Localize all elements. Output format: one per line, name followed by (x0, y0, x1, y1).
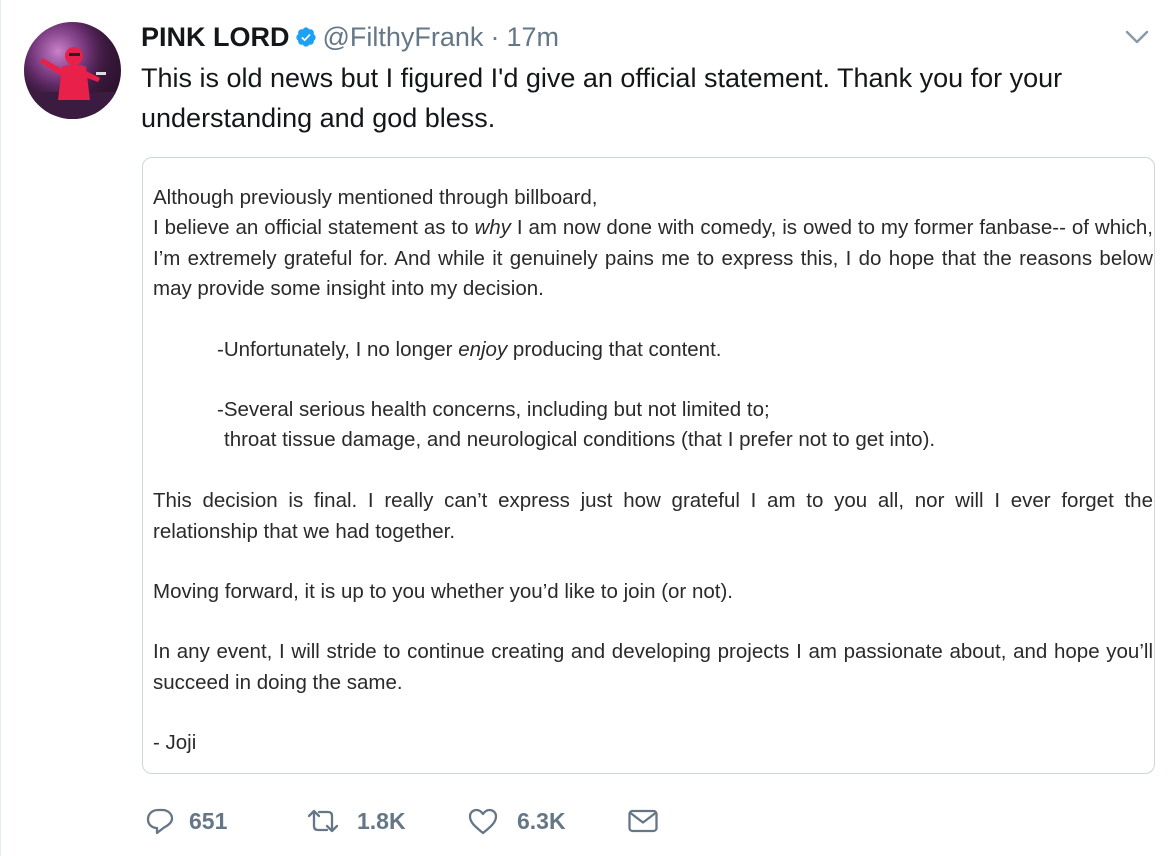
heart-icon (467, 806, 499, 836)
retweet-button[interactable]: 1.8K (305, 801, 406, 841)
separator-dot: · (490, 21, 500, 52)
reply-icon (145, 806, 175, 836)
like-button[interactable]: 6.3K (467, 801, 566, 841)
statement-emphasis: enjoy (458, 338, 508, 361)
statement-paragraph: Moving forward, it is up to you whether … (153, 580, 733, 603)
statement-image[interactable]: Although previously mentioned through bi… (142, 157, 1155, 774)
reply-count: 651 (189, 807, 228, 834)
divider (0, 0, 1, 856)
envelope-icon (627, 807, 659, 835)
statement-line: Although previously mentioned through bi… (153, 186, 598, 209)
statement-bullet-continued: throat tissue damage, and neurological c… (224, 428, 936, 451)
statement-bullet: -Several serious health concerns, includ… (217, 398, 770, 421)
avatar[interactable] (24, 22, 121, 119)
statement-paragraph: In any event, I will stride to continue … (153, 640, 1153, 694)
statement-paragraph: This decision is final. I really can’t e… (153, 489, 1153, 543)
statement-emphasis: why (474, 216, 511, 239)
retweet-count: 1.8K (357, 807, 406, 834)
tweet-text: This is old news but I figured I'd give … (141, 63, 1063, 133)
chevron-down-icon[interactable] (1124, 27, 1150, 47)
tweet: PINK LORD @FilthyFrank · 17m This is old… (0, 0, 1176, 856)
statement-bullet: -Unfortunately, I no longer enjoy produc… (217, 335, 1117, 366)
avatar-image (24, 22, 121, 119)
direct-message-button[interactable] (627, 801, 659, 841)
like-count: 6.3K (517, 807, 566, 834)
retweet-icon (305, 806, 341, 836)
statement-text: -Unfortunately, I no longer (217, 338, 459, 361)
display-name[interactable]: PINK LORD (141, 22, 290, 53)
timestamp[interactable]: 17m (506, 22, 559, 53)
statement-paragraph: I believe an official statement as to wh… (153, 213, 1153, 305)
user-handle[interactable]: @FilthyFrank (323, 22, 484, 53)
tweet-header: PINK LORD @FilthyFrank · 17m (141, 20, 559, 54)
verified-badge-icon (295, 26, 317, 48)
statement-signature: - Joji (153, 731, 197, 754)
reply-button[interactable]: 651 (145, 801, 227, 841)
statement-text: producing that content. (507, 338, 722, 361)
statement-text: I believe an official statement as to (153, 216, 475, 239)
